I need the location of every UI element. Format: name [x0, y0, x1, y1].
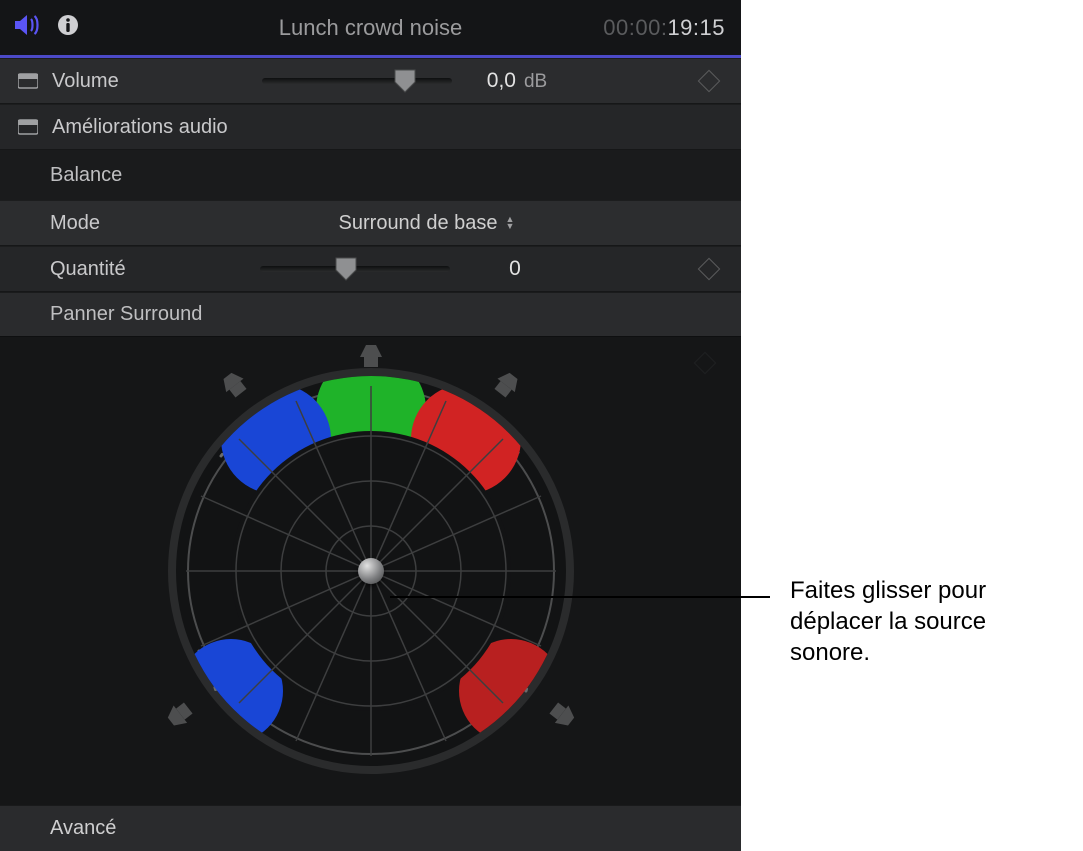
timecode: 00:00:19:15 — [603, 15, 725, 41]
advanced-label: Avancé — [50, 817, 116, 840]
mode-row: Mode Surround de base ▲▼ — [0, 200, 741, 246]
mode-select[interactable]: Surround de base ▲▼ — [260, 212, 593, 235]
callout-leader-line — [390, 596, 770, 598]
audio-inspector-panel: Lunch crowd noise 00:00:19:15 Volume 0,0… — [0, 0, 741, 851]
amount-slider[interactable] — [260, 266, 450, 272]
keyframe-icon[interactable] — [698, 258, 721, 281]
surround-panner-area — [0, 336, 741, 805]
stepper-icon: ▲▼ — [506, 216, 515, 230]
surround-panner-wheel[interactable] — [161, 361, 581, 781]
amount-row: Quantité 0 — [0, 246, 741, 292]
mode-value: Surround de base — [339, 212, 498, 235]
keyframe-icon[interactable] — [694, 352, 717, 375]
volume-value[interactable]: 0,0dB — [452, 69, 582, 93]
enhancements-header-row[interactable]: Améliorations audio — [0, 104, 741, 150]
panner-label: Panner Surround — [50, 303, 723, 326]
collapse-icon[interactable] — [18, 119, 38, 135]
balance-header: Balance — [0, 150, 741, 200]
timecode-dim: 00:00: — [603, 15, 667, 40]
amount-label: Quantité — [50, 258, 260, 281]
inspector-header: Lunch crowd noise 00:00:19:15 — [0, 0, 741, 55]
mode-label: Mode — [50, 212, 260, 235]
volume-slider[interactable] — [262, 78, 452, 84]
amount-value[interactable]: 0 — [450, 257, 580, 281]
timecode-active: 19:15 — [667, 15, 725, 40]
panner-header: Panner Surround — [0, 292, 741, 336]
panner-puck[interactable] — [358, 558, 384, 584]
volume-label: Volume — [52, 70, 262, 93]
enhancements-label: Améliorations audio — [52, 116, 723, 139]
balance-label: Balance — [50, 164, 723, 187]
speaker-center-icon — [354, 337, 388, 371]
callout-text: Faites glisser pour déplacer la source s… — [790, 575, 1070, 668]
collapse-icon[interactable] — [18, 73, 38, 89]
advanced-row[interactable]: Avancé — [0, 805, 741, 851]
volume-row: Volume 0,0dB — [0, 58, 741, 104]
keyframe-icon[interactable] — [698, 70, 721, 93]
